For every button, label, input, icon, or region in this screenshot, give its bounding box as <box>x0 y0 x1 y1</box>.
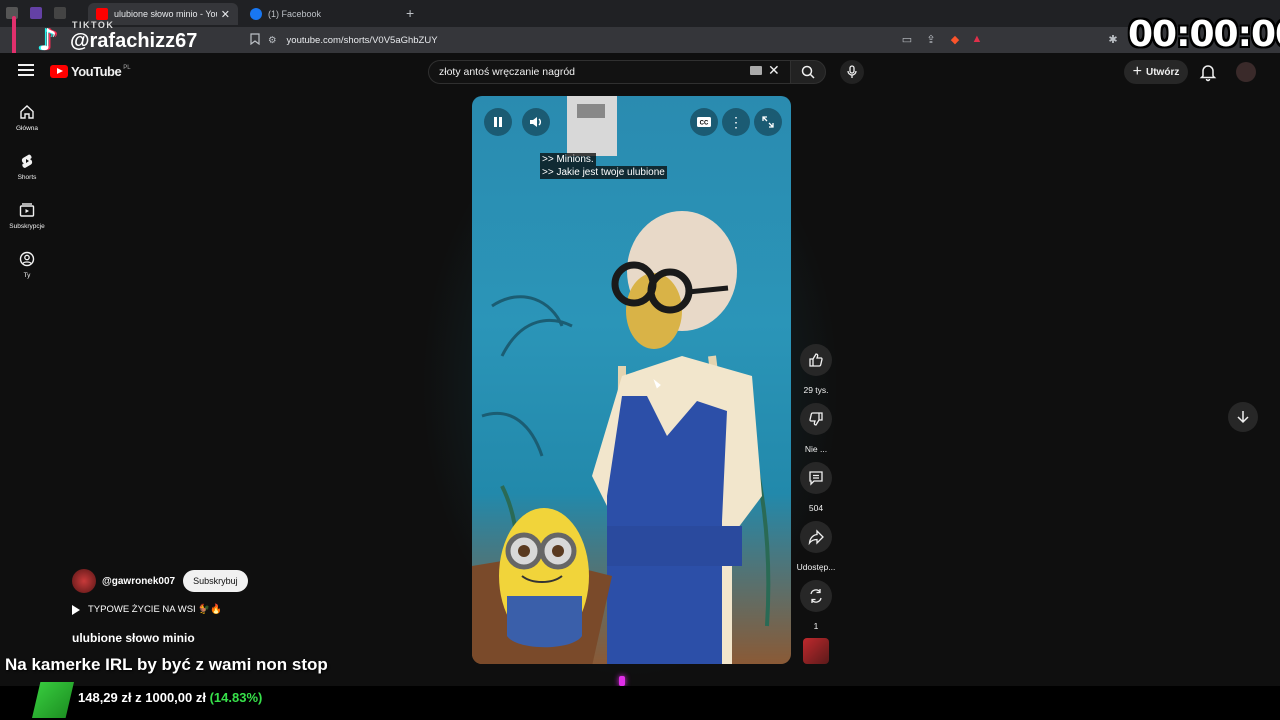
playlist-label: TYPOWE ŻYCIE NA WSI 🐓🔥 <box>88 604 222 615</box>
svg-text:CC: CC <box>700 121 709 127</box>
sidebar-item-label: Główna <box>15 125 39 132</box>
you-icon <box>19 251 35 267</box>
logo-country: PL <box>123 64 131 71</box>
stream-overlay-text: Na kamerke IRL by być z wami non stop <box>5 655 328 674</box>
search-value: złoty antoś wręczanie nagród <box>439 66 575 78</box>
donation-percent: (14.83%) <box>209 690 263 705</box>
remix-count: 1 <box>813 621 819 631</box>
menu-icon[interactable] <box>18 64 34 78</box>
url-field[interactable]: ⚙ youtube.com/shorts/V0V5aGhbZUY <box>268 31 1008 49</box>
home-icon <box>20 105 34 119</box>
share-icon <box>808 529 824 545</box>
voice-search-button[interactable] <box>840 60 864 84</box>
sidebar-item-home[interactable]: Główna <box>6 104 48 132</box>
logo-text: YouTube <box>71 64 122 79</box>
channel-thumbnail[interactable] <box>803 638 829 664</box>
search-icon <box>801 65 815 79</box>
search-button[interactable] <box>790 60 826 84</box>
shorts-video-player[interactable] <box>472 96 791 664</box>
channel-name[interactable]: @gawronek007 <box>102 576 175 587</box>
comment-count: 504 <box>808 503 824 513</box>
arrow-down-icon <box>1237 411 1249 424</box>
close-tab-icon[interactable]: ✕ <box>221 8 230 21</box>
subscriptions-icon <box>19 203 35 217</box>
shorts-icon <box>21 154 33 168</box>
site-info-icon[interactable]: ⚙ <box>268 35 277 46</box>
video-frame-image <box>472 96 771 664</box>
volume-button[interactable] <box>522 108 550 136</box>
like-button[interactable]: 29 tys. <box>796 344 836 395</box>
plus-icon: + <box>1132 63 1142 80</box>
donation-goal: 1000,00 zł <box>145 690 206 705</box>
fullscreen-button[interactable] <box>754 108 782 136</box>
microphone-icon <box>847 65 857 78</box>
youtube-play-icon <box>50 65 68 78</box>
clear-search-icon[interactable]: ✕ <box>768 62 780 79</box>
share-button[interactable]: Udostęp... <box>796 521 836 572</box>
like-icon <box>809 353 823 367</box>
share-label: Udostęp... <box>796 562 836 572</box>
sidebar-item-label: Shorts <box>17 174 37 181</box>
next-video-button[interactable] <box>1228 402 1258 432</box>
account-avatar[interactable] <box>1236 62 1256 82</box>
sidebar-item-label: Ty <box>23 272 31 279</box>
channel-row: @gawronek007 Subskrybuj <box>72 569 248 593</box>
comment-icon <box>809 471 823 486</box>
dislike-label: Nie ... <box>804 444 828 454</box>
facebook-favicon-icon <box>250 8 262 20</box>
caption-line: >> Minions. <box>540 153 596 166</box>
donation-connector: z <box>135 690 142 705</box>
progress-indicator[interactable] <box>618 676 625 686</box>
captions-icon: CC <box>697 117 711 127</box>
donation-amount: 148,29 zł <box>78 690 132 705</box>
sidebar-item-subscriptions[interactable]: Subskrypcje <box>6 202 48 230</box>
donation-goal-text: 148,29 zł z 1000,00 zł (14.83%) <box>78 690 262 705</box>
new-tab-button[interactable]: + <box>406 5 414 21</box>
brave-shield-icon[interactable]: ◆ <box>948 32 962 46</box>
pause-button[interactable] <box>484 108 512 136</box>
dislike-button[interactable]: Nie ... <box>796 403 836 454</box>
more-vert-icon: ⋮ <box>729 114 743 130</box>
youtube-logo[interactable]: YouTube PL <box>50 64 131 79</box>
tiktok-username: @rafachizz67 <box>70 30 198 52</box>
sidebar-item-shorts[interactable]: Shorts <box>6 153 48 181</box>
search-input[interactable]: złoty antoś wręczanie nagród <box>428 60 790 84</box>
fullscreen-icon <box>762 116 774 128</box>
sidebar-item-label: Subskrypcje <box>9 223 45 230</box>
brave-rewards-icon[interactable]: ▲ <box>970 32 984 46</box>
caption-line: >> Jakie jest twoje ulubione <box>540 166 667 179</box>
video-captions: >> Minions. >> Jakie jest twoje ulubione <box>540 153 667 179</box>
video-progress-bar[interactable] <box>472 676 791 686</box>
sidebar-item-you[interactable]: Ty <box>6 251 48 279</box>
like-count: 29 tys. <box>803 385 829 395</box>
keyboard-icon[interactable] <box>750 66 762 75</box>
subscribe-button[interactable]: Subskrybuj <box>183 570 248 592</box>
channel-avatar[interactable] <box>72 569 96 593</box>
play-icon <box>72 604 80 615</box>
playlist-link[interactable]: TYPOWE ŻYCIE NA WSI 🐓🔥 <box>72 604 222 615</box>
tab-label: (1) Facebook <box>268 9 322 19</box>
remix-icon <box>810 589 822 603</box>
tiktok-label: TIKTOK <box>72 20 115 30</box>
create-label: Utwórz <box>1146 66 1180 78</box>
comments-button[interactable]: 504 <box>796 462 836 513</box>
url-text: youtube.com/shorts/V0V5aGhbZUY <box>286 34 438 46</box>
volume-icon <box>530 117 541 127</box>
create-button[interactable]: + Utwórz <box>1124 60 1188 84</box>
tab-facebook[interactable]: (1) Facebook <box>244 3 394 25</box>
remix-button[interactable]: 1 <box>796 580 836 631</box>
notifications-bell-icon[interactable] <box>1198 62 1218 82</box>
cast-icon[interactable]: ▭ <box>900 32 914 46</box>
captions-button[interactable]: CC <box>690 108 718 136</box>
more-options-button[interactable]: ⋮ <box>722 108 750 136</box>
dislike-icon <box>809 412 823 426</box>
extensions-icon[interactable]: ✱ <box>1106 32 1120 46</box>
stream-timer: 00:00:00 <box>1128 14 1280 55</box>
share-page-icon[interactable]: ⇪ <box>924 32 938 46</box>
video-title: ulubione słowo minio <box>72 631 195 645</box>
bookmark-icon[interactable] <box>248 32 262 46</box>
pause-icon <box>494 117 502 127</box>
